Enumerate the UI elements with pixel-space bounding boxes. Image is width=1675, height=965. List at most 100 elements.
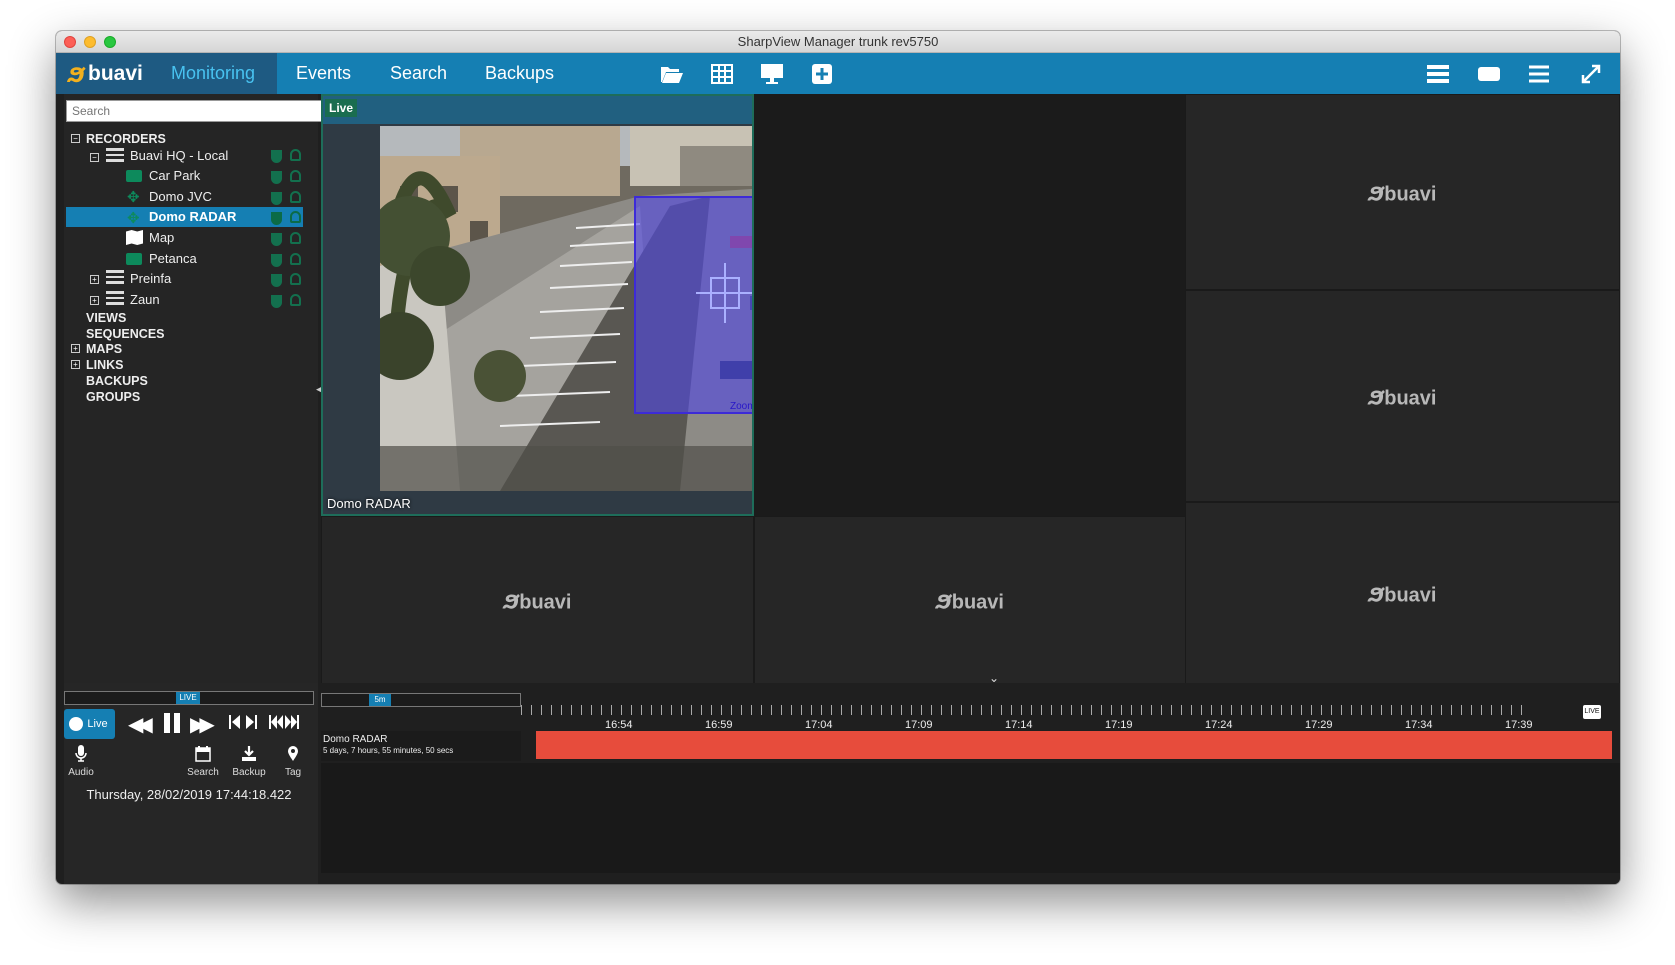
- minimize-window-button[interactable]: [84, 36, 96, 48]
- camera-icon: [126, 170, 142, 182]
- timeline-tick: [711, 705, 712, 715]
- grid-icon[interactable]: [708, 60, 736, 88]
- empty-video-cell[interactable]: ϧbuavi: [754, 516, 1186, 684]
- expand-icon[interactable]: +: [71, 344, 80, 353]
- timeline-tick: [1471, 705, 1472, 715]
- timeline-tick: [581, 705, 582, 715]
- video-cell-domo-radar[interactable]: Zoom in Live main sub Domo RADAR: [321, 94, 754, 516]
- timeline-tick: [1271, 705, 1272, 715]
- tree-camera-domo-radar[interactable]: Domo RADAR: [66, 207, 303, 227]
- menu-icon[interactable]: [1525, 60, 1553, 88]
- tree-map[interactable]: Map: [149, 228, 174, 248]
- backup-button[interactable]: Backup: [230, 745, 268, 778]
- empty-video-cell[interactable]: ϧbuavi: [1185, 94, 1620, 290]
- layout-list-icon[interactable]: [1424, 60, 1452, 88]
- timeline-tick: [961, 705, 962, 715]
- rewind-icon[interactable]: ◀◀: [128, 712, 153, 737]
- tree-recorder-local[interactable]: Buavi HQ - Local: [130, 146, 228, 166]
- fast-forward-icon[interactable]: ▶▶: [190, 712, 215, 737]
- bell-icon: [290, 294, 301, 306]
- empty-video-cell[interactable]: ϧbuavi: [1185, 290, 1620, 502]
- buavi-placeholder-logo: ϧbuavi: [1368, 380, 1437, 411]
- next-event-icon[interactable]: [284, 714, 300, 735]
- timeline-tick: [1141, 705, 1142, 715]
- ptz-zoom-selection[interactable]: Zoom in: [634, 196, 752, 414]
- tab-backups[interactable]: Backups: [463, 53, 576, 94]
- title-bar: SharpView Manager trunk rev5750: [56, 31, 1620, 53]
- camera-icon: [126, 253, 142, 265]
- timeline-tick: [771, 705, 772, 715]
- rectangle-icon[interactable]: [1475, 60, 1503, 88]
- tree-groups[interactable]: GROUPS: [86, 387, 140, 407]
- timeline-tick: [651, 705, 652, 715]
- tab-events[interactable]: Events: [274, 53, 373, 94]
- time-label: 17:19: [1105, 719, 1133, 731]
- timeline-tick: [621, 705, 622, 715]
- bell-icon: [290, 170, 301, 182]
- tree-camera-car-park[interactable]: Car Park: [149, 166, 200, 186]
- timeline-tick: [1001, 705, 1002, 715]
- time-label: 17:09: [905, 719, 933, 731]
- tree-recorder-preinfa[interactable]: Preinfa: [130, 269, 171, 289]
- timeline-tick: [1341, 705, 1342, 715]
- time-label: 16:54: [605, 719, 633, 731]
- timeline-live-marker[interactable]: LIVE: [1583, 705, 1601, 719]
- folder-open-icon[interactable]: [658, 60, 686, 88]
- timeline-tick: [1501, 705, 1502, 715]
- map-icon: [126, 230, 143, 245]
- recording-bar[interactable]: [536, 731, 1612, 759]
- bell-icon: [290, 273, 301, 285]
- timeline-tick: [1431, 705, 1432, 715]
- timeline-tick: [1111, 705, 1112, 715]
- close-window-button[interactable]: [64, 36, 76, 48]
- search-input[interactable]: [66, 100, 322, 122]
- timeline-tick: [851, 705, 852, 715]
- timeline-tick: [1181, 705, 1182, 715]
- timeline-tick: [551, 705, 552, 715]
- shield-icon: [271, 295, 282, 308]
- tab-search[interactable]: Search: [368, 53, 469, 94]
- shield-icon: [271, 212, 282, 225]
- tree-recorder-zaun[interactable]: Zaun: [130, 290, 160, 310]
- timeline-tick: [541, 705, 542, 715]
- timeline-tick: [1401, 705, 1402, 715]
- audio-button[interactable]: Audio: [68, 745, 94, 778]
- timeline-tick: [1011, 705, 1012, 715]
- timeline-tick: [1241, 705, 1242, 715]
- plus-icon[interactable]: [808, 60, 836, 88]
- expand-icon[interactable]: +: [90, 275, 99, 284]
- empty-video-cell[interactable]: ϧbuavi: [1185, 502, 1620, 684]
- tag-button[interactable]: Tag: [280, 745, 306, 778]
- empty-video-cell[interactable]: ϧbuavi: [321, 516, 754, 684]
- tree-camera-domo-jvc[interactable]: Domo JVC: [149, 187, 212, 207]
- search-button[interactable]: Search: [186, 745, 220, 778]
- fullscreen-icon[interactable]: [1577, 60, 1605, 88]
- placeholder-logo-text: buavi: [519, 591, 572, 614]
- timeline-tick: [1281, 705, 1282, 715]
- expand-icon[interactable]: +: [71, 360, 80, 369]
- timeline-tick: [1031, 705, 1032, 715]
- timeline-tick: [1291, 705, 1292, 715]
- timeline-tick: [1451, 705, 1452, 715]
- timeline-tick: [951, 705, 952, 715]
- timeline-ruler[interactable]: [521, 693, 1533, 715]
- tab-monitoring[interactable]: Monitoring: [149, 53, 278, 94]
- expand-icon[interactable]: +: [90, 296, 99, 305]
- zoom-window-button[interactable]: [104, 36, 116, 48]
- tree-camera-petanca[interactable]: Petanca: [149, 249, 197, 269]
- step-back-icon[interactable]: [228, 714, 242, 735]
- step-forward-icon[interactable]: [244, 714, 258, 735]
- collapse-icon[interactable]: −: [90, 153, 99, 162]
- timeline-tick: [1171, 705, 1172, 715]
- monitor-icon[interactable]: [758, 60, 786, 88]
- pause-icon[interactable]: [162, 712, 182, 739]
- timeline-tick: [1051, 705, 1052, 715]
- previous-event-icon[interactable]: [268, 714, 284, 735]
- timeline-tick: [521, 705, 522, 715]
- timeline-zoom-bar[interactable]: [321, 693, 521, 707]
- timeline-zoom-level: 5m: [369, 694, 391, 706]
- timeline-tick: [1201, 705, 1202, 715]
- collapse-icon[interactable]: −: [71, 134, 80, 143]
- timeline-tick: [871, 705, 872, 715]
- timeline-tick: [671, 705, 672, 715]
